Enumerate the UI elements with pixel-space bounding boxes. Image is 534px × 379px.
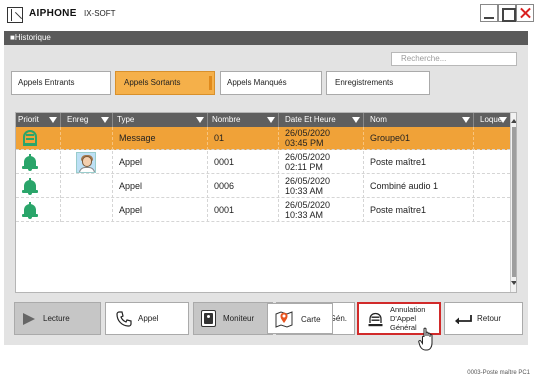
recording-cell <box>61 127 113 150</box>
table-row[interactable]: Message 01 26/05/2020 03:45 PM Groupe01 <box>16 127 510 150</box>
recording-cell <box>61 151 113 174</box>
lock-cell <box>474 175 510 198</box>
name-cell: Combiné audio 1 <box>364 175 474 198</box>
priority-cell <box>16 175 61 198</box>
date-text: 26/05/2020 <box>285 176 331 186</box>
section-header: ■Historique <box>4 31 528 45</box>
datetime-cell: 26/05/2020 02:11 PM <box>279 151 364 174</box>
name-cell: Poste maître1 <box>364 199 474 222</box>
tab-enregistrements[interactable]: Enregistrements <box>326 71 430 95</box>
annulation-line2: D'Appel <box>390 314 417 323</box>
retour-button[interactable]: Retour <box>444 302 523 335</box>
scroll-down-arrow-icon[interactable] <box>511 281 516 285</box>
appel-button[interactable]: Appel <box>105 302 189 335</box>
column-header-type[interactable]: Type <box>113 113 208 127</box>
maximize-button[interactable] <box>498 4 516 22</box>
time-text: 10:33 AM <box>285 210 324 220</box>
lock-cell <box>474 151 510 174</box>
date-text: 26/05/2020 <box>285 152 331 162</box>
tab-appels-entrants[interactable]: Appels Entrants <box>11 71 111 95</box>
history-table: Priorit Enreg Type Nombre Date Et Heure … <box>15 112 517 293</box>
bell-icon <box>22 202 38 219</box>
type-cell: Appel <box>113 175 208 198</box>
speaker-icon <box>23 130 37 147</box>
tab-appels-sortants[interactable]: Appels Sortants <box>115 71 215 95</box>
table-scrollbar[interactable] <box>510 113 516 292</box>
datetime-cell: 26/05/2020 03:45 PM <box>279 127 364 150</box>
history-panel: Recherche... Appels Entrants Appels Sort… <box>4 45 528 345</box>
name-cell: Poste maître1 <box>364 151 474 174</box>
date-text: 26/05/2020 <box>285 200 331 210</box>
time-text: 03:45 PM <box>285 138 324 148</box>
play-icon <box>23 313 35 325</box>
time-text: 02:11 PM <box>285 162 323 172</box>
bell-icon <box>22 154 38 171</box>
phone-icon <box>116 311 132 327</box>
table-row[interactable]: Appel 0001 26/05/2020 02:11 PM Poste maît… <box>16 151 510 174</box>
table-header: Priorit Enreg Type Nombre Date Et Heure … <box>16 113 510 127</box>
datetime-cell: 26/05/2020 10:33 AM <box>279 175 364 198</box>
number-cell: 0001 <box>208 199 279 222</box>
carte-button[interactable]: Carte <box>267 303 333 334</box>
table-row[interactable]: Appel 0001 26/05/2020 10:33 AM Poste maît… <box>16 199 510 222</box>
app-logo-icon <box>7 7 23 23</box>
app-brand: AIPHONE <box>29 8 77 19</box>
moniteur-button[interactable]: Moniteur <box>193 302 273 335</box>
date-text: 26/05/2020 <box>285 128 331 138</box>
lock-cell <box>474 127 510 150</box>
search-input[interactable]: Recherche... <box>391 52 517 66</box>
return-arrow-icon <box>455 315 472 324</box>
app-product-name: IX-SOFT <box>84 9 116 18</box>
minimize-button[interactable] <box>480 4 498 22</box>
number-cell: 01 <box>208 127 279 150</box>
priority-cell <box>16 127 61 150</box>
column-header-date[interactable]: Date Et Heure <box>279 113 364 127</box>
bell-icon <box>22 178 38 195</box>
map-pin-icon <box>275 311 293 328</box>
column-header-lock[interactable]: Loque <box>474 113 510 127</box>
number-cell: 0006 <box>208 175 279 198</box>
number-cell: 0001 <box>208 151 279 174</box>
status-text: 0003-Poste maître PC1 <box>467 370 530 376</box>
type-cell: Appel <box>113 151 208 174</box>
name-cell: Groupe01 <box>364 127 474 150</box>
time-text: 10:33 AM <box>285 186 324 196</box>
title-bar: AIPHONE IX-SOFT <box>0 0 534 28</box>
scrollbar-thumb[interactable] <box>512 127 516 277</box>
table-row[interactable]: Appel 0006 26/05/2020 10:33 AM Combiné au… <box>16 175 510 198</box>
mouse-cursor-icon <box>418 327 433 351</box>
column-header-number[interactable]: Nombre <box>208 113 279 127</box>
lecture-button[interactable]: Lecture <box>14 302 101 335</box>
priority-cell <box>16 199 61 222</box>
type-cell: Appel <box>113 199 208 222</box>
column-header-priority[interactable]: Priorit <box>16 113 61 127</box>
carte-label: Carte <box>301 315 321 324</box>
datetime-cell: 26/05/2020 10:33 AM <box>279 199 364 222</box>
column-header-recording[interactable]: Enreg <box>61 113 113 127</box>
annulation-line3: Général <box>390 323 417 332</box>
annulation-line1: Annulation <box>390 305 426 314</box>
close-button[interactable] <box>516 4 534 22</box>
scroll-up-arrow-icon[interactable] <box>511 119 516 123</box>
column-header-name[interactable]: Nom <box>364 113 474 127</box>
person-photo-icon[interactable] <box>76 152 96 173</box>
general-page-cancel-icon <box>368 312 383 327</box>
recording-cell <box>61 175 113 198</box>
type-cell: Message <box>113 127 208 150</box>
tab-appels-manques[interactable]: Appels Manqués <box>220 71 322 95</box>
lock-cell <box>474 199 510 222</box>
recording-cell <box>61 199 113 222</box>
monitor-icon <box>201 310 216 327</box>
priority-cell <box>16 151 61 174</box>
